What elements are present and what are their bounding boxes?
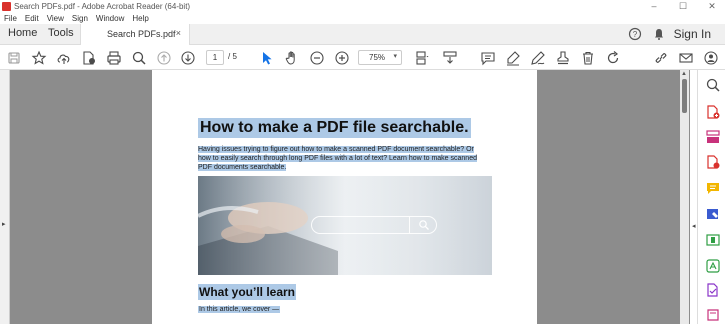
sign-in-link[interactable]: Sign In: [674, 27, 711, 41]
link-icon[interactable]: [653, 50, 669, 66]
comment-icon[interactable]: [480, 50, 496, 66]
maximize-button[interactable]: ☐: [676, 0, 690, 12]
menu-help[interactable]: Help: [132, 14, 148, 23]
help-icon[interactable]: ?: [628, 27, 642, 41]
scrollbar-thumb[interactable]: [682, 79, 687, 113]
tools-pane: [697, 70, 725, 324]
minimize-button[interactable]: –: [647, 0, 661, 12]
page-fit-icon[interactable]: [414, 50, 430, 66]
tab-document[interactable]: Search PDFs.pdf ×: [80, 24, 190, 45]
create-pdf-icon[interactable]: [705, 104, 721, 120]
protect-icon[interactable]: [705, 282, 721, 298]
search-icon: [419, 220, 429, 230]
zoom-select[interactable]: 75% ▾: [358, 50, 402, 65]
prev-page-icon[interactable]: [156, 50, 172, 66]
expand-left-pane-icon[interactable]: ▸: [2, 220, 6, 228]
email-icon[interactable]: [678, 50, 694, 66]
tab-tools[interactable]: Tools: [48, 27, 74, 39]
main-toolbar: 1 / 5 75% ▾: [0, 45, 725, 70]
more-tools-icon[interactable]: [705, 306, 721, 322]
hero-image: [198, 176, 492, 275]
save-icon[interactable]: [6, 50, 22, 66]
zoom-value: 75%: [369, 53, 386, 62]
scroll-up-icon[interactable]: ▲: [681, 71, 687, 77]
document-tab-label: Search PDFs.pdf: [107, 29, 176, 39]
stamp-icon[interactable]: [555, 50, 571, 66]
close-tab-button[interactable]: ×: [176, 28, 181, 38]
section-heading: What you’ll learn: [198, 284, 297, 300]
menu-window[interactable]: Window: [96, 14, 124, 23]
upload-cloud-icon[interactable]: [56, 50, 72, 66]
export-pdf-icon[interactable]: [705, 154, 721, 170]
edit-pdf-icon[interactable]: [705, 232, 721, 248]
illustrated-search-bar: [311, 216, 437, 234]
draw-icon[interactable]: [530, 50, 546, 66]
fill-sign-icon[interactable]: [705, 206, 721, 222]
page-total: / 5: [228, 52, 237, 61]
tab-bar: Home Tools Search PDFs.pdf × ? Sign In: [0, 24, 725, 45]
section-intro: In this article, we cover —: [198, 306, 281, 313]
zoom-out-icon[interactable]: [309, 50, 325, 66]
menu-sign[interactable]: Sign: [72, 14, 88, 23]
page-number-input[interactable]: 1: [206, 50, 224, 65]
close-window-button[interactable]: ✕: [705, 0, 719, 12]
window-title: Search PDFs.pdf - Adobe Acrobat Reader (…: [14, 1, 191, 11]
scan-ocr-icon[interactable]: [705, 258, 721, 274]
next-page-icon[interactable]: [180, 50, 196, 66]
svg-text:?: ?: [633, 30, 638, 39]
menu-edit[interactable]: Edit: [25, 14, 39, 23]
hand-icon[interactable]: [284, 50, 300, 66]
highlight-pen-icon[interactable]: [505, 50, 521, 66]
window-controls: – ☐ ✕: [647, 0, 719, 12]
notification-bell-icon[interactable]: [652, 27, 666, 41]
menu-view[interactable]: View: [47, 14, 64, 23]
menu-bar: File Edit View Sign Window Help: [0, 12, 725, 24]
rotate-icon[interactable]: [605, 50, 621, 66]
zoom-in-icon[interactable]: [334, 50, 350, 66]
find-icon[interactable]: [131, 50, 147, 66]
document-intro: Having issues trying to figure out how t…: [198, 145, 488, 172]
chevron-down-icon: ▾: [393, 53, 397, 60]
organize-icon[interactable]: [705, 129, 721, 145]
scroll-mode-icon[interactable]: [442, 50, 458, 66]
menu-file[interactable]: File: [4, 14, 17, 23]
share-user-icon[interactable]: [703, 50, 719, 66]
print-icon[interactable]: [106, 50, 122, 66]
collapse-right-pane-icon[interactable]: ◂: [692, 222, 696, 230]
comment-tool-icon[interactable]: [705, 180, 721, 196]
tab-home[interactable]: Home: [8, 27, 37, 39]
title-bar: Search PDFs.pdf - Adobe Acrobat Reader (…: [0, 0, 725, 12]
file-info-icon[interactable]: [81, 50, 97, 66]
acrobat-app-icon: [2, 1, 11, 11]
left-pane-collapsed[interactable]: ▸: [0, 70, 10, 324]
intro-text: Having issues trying to figure out how t…: [198, 146, 477, 171]
select-pointer-icon[interactable]: [259, 50, 275, 66]
bookmark-star-icon[interactable]: [31, 50, 47, 66]
search-icon[interactable]: [705, 77, 721, 93]
pdf-page[interactable]: How to make a PDF file searchable. Havin…: [152, 70, 537, 324]
delete-icon[interactable]: [580, 50, 596, 66]
document-title: How to make a PDF file searchable.: [198, 118, 471, 138]
